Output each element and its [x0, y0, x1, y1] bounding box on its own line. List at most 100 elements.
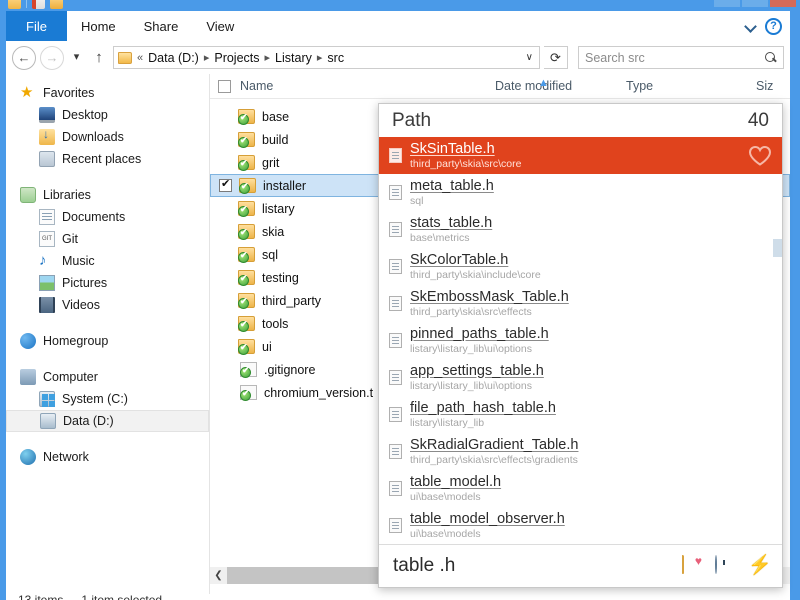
- help-icon[interactable]: ?: [765, 17, 782, 35]
- window-controls[interactable]: [714, 0, 796, 7]
- sidebar-item-documents[interactable]: Documents: [6, 206, 209, 228]
- sidebar-item-recent-places[interactable]: Recent places: [6, 148, 209, 170]
- minimize-button[interactable]: [714, 0, 740, 7]
- refresh-button[interactable]: ⟳: [544, 46, 568, 69]
- back-button[interactable]: ←: [12, 45, 36, 70]
- sidebar-group-network[interactable]: Network: [6, 446, 209, 468]
- status-bar: 13 items 1 item selected: [6, 594, 790, 600]
- breadcrumb-overflow[interactable]: «: [137, 52, 143, 64]
- column-header-name[interactable]: Name: [240, 79, 495, 93]
- row-checkbox[interactable]: [219, 177, 232, 192]
- list-item[interactable]: SkColorTable.h third_party\skia\include\…: [379, 248, 782, 285]
- column-header-date-modified[interactable]: Date modified: [495, 79, 626, 93]
- breadcrumb-item-2[interactable]: Listary: [275, 51, 312, 65]
- folder-icon: [238, 247, 255, 263]
- favorites-folder-icon[interactable]: ♥: [682, 555, 702, 576]
- up-button[interactable]: ↑: [89, 46, 109, 70]
- sidebar-group-label: Libraries: [43, 188, 91, 202]
- sidebar-group-libraries[interactable]: Libraries: [6, 184, 209, 206]
- column-header-size[interactable]: Siz: [756, 79, 773, 93]
- file-name: grit: [262, 155, 280, 170]
- sidebar-item-data-d[interactable]: Data (D:): [6, 410, 209, 432]
- sync-overlay-icon: [238, 319, 249, 332]
- chevron-down-icon[interactable]: ∨: [526, 52, 535, 63]
- sidebar-group-homegroup[interactable]: Homegroup: [6, 330, 209, 352]
- result-path: third_party\skia\src\effects: [410, 306, 532, 319]
- sidebar-item-desktop[interactable]: Desktop: [6, 104, 209, 126]
- new-folder-icon[interactable]: [50, 0, 63, 9]
- recent-places-icon: [39, 151, 55, 167]
- sidebar-item-music[interactable]: ♪ Music: [6, 250, 209, 272]
- breadcrumb-item-1[interactable]: Projects: [214, 51, 259, 65]
- list-item[interactable]: table_model.h ui\base\models: [379, 470, 782, 507]
- list-item[interactable]: stats_table.h base\metrics: [379, 211, 782, 248]
- sidebar-item-system-c[interactable]: System (C:): [6, 388, 209, 410]
- sidebar-group-favorites[interactable]: ★ Favorites: [6, 82, 209, 104]
- sync-overlay-icon: [238, 273, 249, 286]
- tab-share[interactable]: Share: [130, 11, 193, 41]
- network-icon: [20, 449, 36, 465]
- header-file-icon: [389, 518, 402, 533]
- list-item[interactable]: pinned_paths_table.h listary\listary_lib…: [379, 322, 782, 359]
- tab-home[interactable]: Home: [67, 11, 130, 41]
- sidebar-group-computer[interactable]: Computer: [6, 366, 209, 388]
- maximize-button[interactable]: [742, 0, 768, 7]
- forward-button[interactable]: →: [40, 45, 64, 70]
- select-all-checkbox[interactable]: [218, 79, 231, 93]
- chevron-down-icon[interactable]: [745, 21, 756, 32]
- header-file-icon: [389, 185, 402, 200]
- close-button[interactable]: [770, 0, 796, 7]
- list-item[interactable]: SkEmbossMask_Table.h third_party\skia\sr…: [379, 285, 782, 322]
- star-icon: ★: [20, 84, 34, 101]
- sidebar-item-label: Documents: [62, 210, 126, 224]
- tab-file[interactable]: File: [6, 11, 67, 41]
- quick-commands-bolt-icon[interactable]: ⚡: [748, 556, 772, 576]
- scroll-left-button[interactable]: ❮: [210, 567, 227, 584]
- folder-icon: [239, 178, 256, 194]
- history-clock-icon[interactable]: [715, 555, 735, 576]
- properties-icon[interactable]: [32, 0, 45, 9]
- file-name: build: [262, 132, 289, 147]
- recent-locations-button[interactable]: ▾: [68, 46, 85, 70]
- result-path: third_party\skia\include\core: [410, 269, 541, 282]
- breadcrumb-separator[interactable]: ▸: [265, 51, 271, 64]
- scrollbar-thumb[interactable]: [773, 239, 782, 257]
- quick-access-toolbar[interactable]: [8, 0, 63, 9]
- address-bar[interactable]: « Data (D:) ▸ Projects ▸ Listary ▸ src ∨: [113, 46, 540, 69]
- column-headers: Name Date modified Type Siz ▲: [210, 74, 790, 99]
- folder-icon[interactable]: [8, 0, 21, 9]
- breadcrumb-separator[interactable]: ▸: [204, 51, 210, 64]
- folder-icon: [238, 201, 255, 217]
- navigation-pane: ★ Favorites Desktop Downloads Recent pla…: [6, 74, 209, 594]
- tab-view[interactable]: View: [192, 11, 248, 41]
- list-item[interactable]: meta_table.h sql: [379, 174, 782, 211]
- column-header-type[interactable]: Type: [626, 79, 756, 93]
- sidebar-item-downloads[interactable]: Downloads: [6, 126, 209, 148]
- breadcrumb-item-3[interactable]: src: [327, 51, 344, 65]
- listary-query-input[interactable]: table .h: [393, 555, 455, 577]
- sidebar-item-videos[interactable]: Videos: [6, 294, 209, 316]
- heart-icon[interactable]: [748, 145, 772, 166]
- file-name: testing: [262, 270, 299, 285]
- header-file-icon: [389, 148, 402, 163]
- toolbar-divider: [26, 0, 27, 8]
- computer-icon: [20, 369, 36, 385]
- sidebar-item-git[interactable]: GIT Git: [6, 228, 209, 250]
- search-box[interactable]: Search src: [578, 46, 784, 69]
- sidebar-item-pictures[interactable]: Pictures: [6, 272, 209, 294]
- result-name: SkEmbossMask_Table.h: [410, 288, 569, 305]
- list-item[interactable]: app_settings_table.h listary\listary_lib…: [379, 359, 782, 396]
- listary-scrollbar[interactable]: [773, 170, 782, 544]
- result-path: third_party\skia\src\core: [410, 158, 522, 171]
- list-item[interactable]: file_path_hash_table.h listary\listary_l…: [379, 396, 782, 433]
- list-item[interactable]: SkRadialGradient_Table.h third_party\ski…: [379, 433, 782, 470]
- breadcrumb-separator[interactable]: ▸: [317, 51, 323, 64]
- list-item[interactable]: SkSinTable.h third_party\skia\src\core: [379, 137, 782, 174]
- breadcrumb-item-0[interactable]: Data (D:): [148, 51, 199, 65]
- list-item[interactable]: table_model_observer.h ui\base\models: [379, 507, 782, 544]
- ribbon-tabs: File Home Share View ?: [6, 11, 790, 41]
- search-input[interactable]: Search src: [585, 51, 645, 65]
- ribbon-right-controls: ?: [745, 11, 790, 41]
